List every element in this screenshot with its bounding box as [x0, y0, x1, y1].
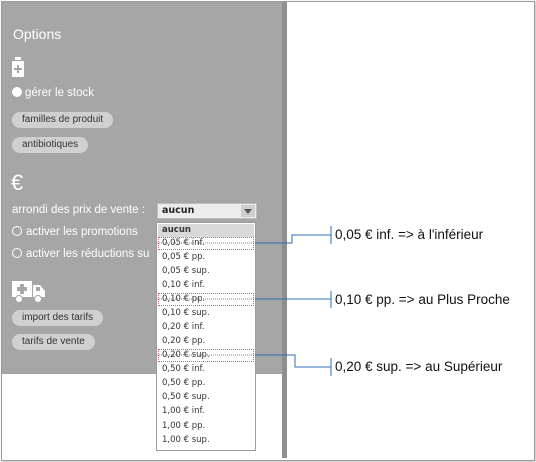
- annotation-inferior: 0,05 € inf. => à l'inférieur: [335, 227, 484, 242]
- annotation-superior: 0,20 € sup. => au Supérieur: [335, 359, 503, 374]
- annotation-nearest: 0,10 € pp. => au Plus Proche: [335, 292, 510, 307]
